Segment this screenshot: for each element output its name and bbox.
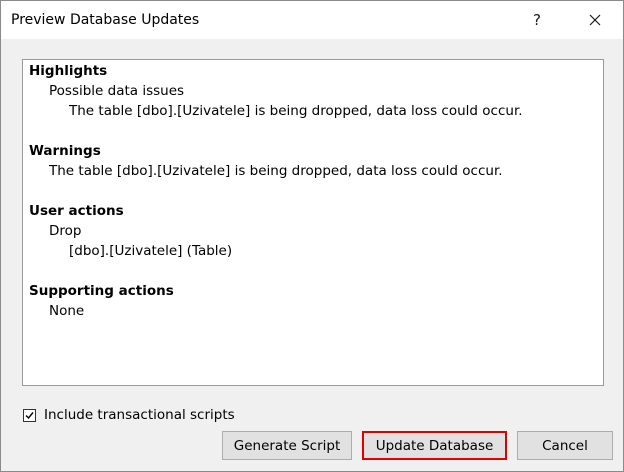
- update-database-button[interactable]: Update Database: [362, 431, 507, 460]
- warnings-detail: The table [dbo].[Uzivatele] is being dro…: [49, 163, 503, 179]
- user-actions-object: [dbo].[Uzivatele] (Table): [69, 243, 233, 259]
- supporting-actions-heading: Supporting actions: [29, 283, 174, 299]
- supporting-actions-detail: None: [49, 303, 85, 319]
- highlights-detail: The table [dbo].[Uzivatele] is being dro…: [69, 103, 523, 119]
- include-transactional-option[interactable]: Include transactional scripts: [23, 405, 235, 425]
- title-bar[interactable]: Preview Database Updates ?: [1, 1, 623, 39]
- checkmark-icon: [25, 411, 34, 419]
- close-button[interactable]: [573, 1, 617, 39]
- help-button[interactable]: ?: [519, 1, 555, 39]
- generate-script-button[interactable]: Generate Script: [222, 431, 352, 460]
- preview-report-panel[interactable]: Highlights Possible data issues The tabl…: [22, 59, 604, 386]
- warnings-heading: Warnings: [29, 143, 101, 159]
- user-actions-action: Drop: [49, 223, 82, 239]
- close-icon: [589, 14, 601, 26]
- user-actions-heading: User actions: [29, 203, 124, 219]
- include-transactional-checkbox[interactable]: [23, 408, 36, 422]
- cancel-button[interactable]: Cancel: [517, 431, 613, 460]
- highlights-subheading: Possible data issues: [49, 83, 185, 99]
- dialog-window: Preview Database Updates ? Highlights Po…: [0, 0, 624, 472]
- window-title: Preview Database Updates: [11, 12, 200, 28]
- include-transactional-label: Include transactional scripts: [44, 407, 235, 423]
- highlights-heading: Highlights: [29, 63, 108, 79]
